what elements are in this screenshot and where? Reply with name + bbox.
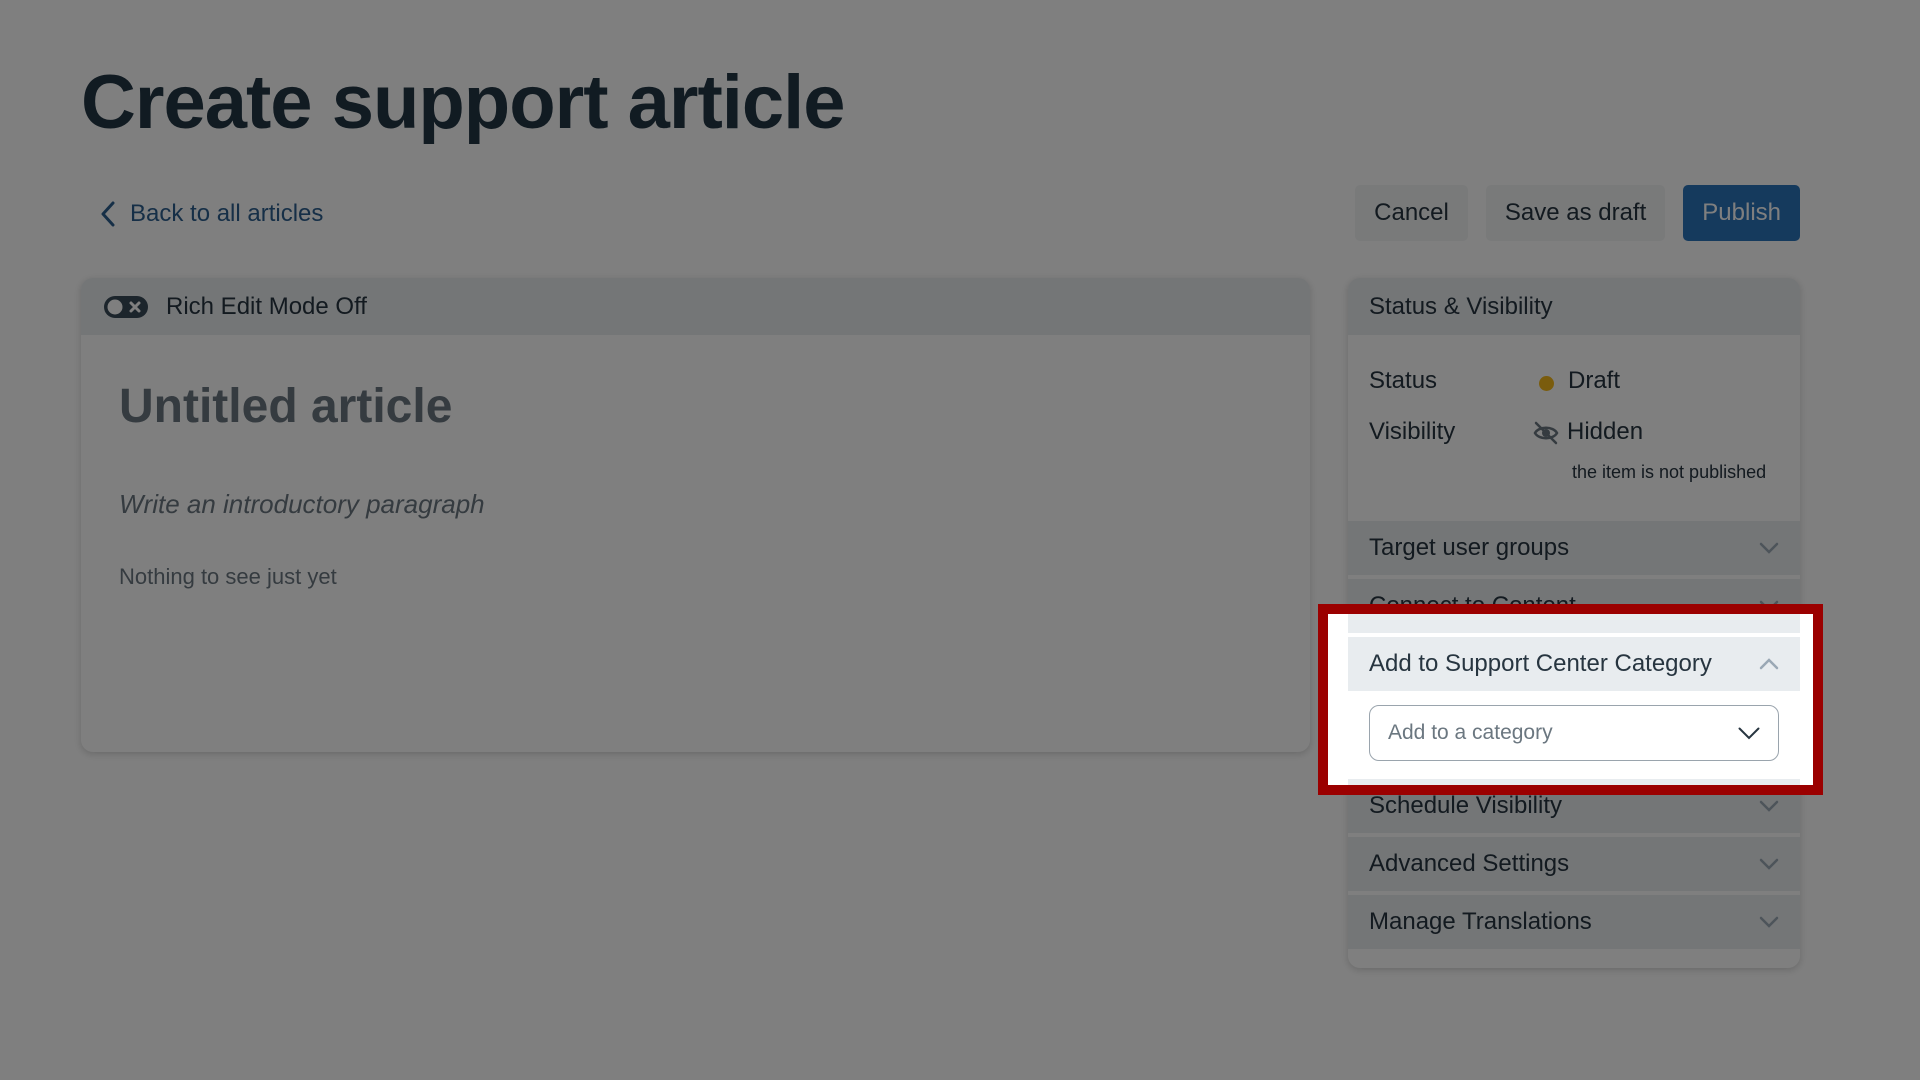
- section-label: Add to Support Center Category: [1369, 650, 1712, 677]
- category-select[interactable]: Add to a category: [1369, 705, 1779, 761]
- section-target-user-groups[interactable]: Target user groups: [1348, 521, 1800, 575]
- back-to-articles-link[interactable]: Back to all articles: [100, 196, 323, 232]
- chevron-down-icon: [1759, 800, 1779, 812]
- section-connect-to-content[interactable]: Connect to Content: [1348, 579, 1800, 633]
- status-visibility-panel: Status Draft Visibility Hidden the item …: [1348, 335, 1800, 521]
- chevron-down-icon: [1759, 916, 1779, 928]
- eye-slash-icon: [1533, 421, 1559, 445]
- visibility-label: Visibility: [1369, 418, 1456, 445]
- chevron-down-icon: [1759, 542, 1779, 554]
- chevron-down-icon: [1759, 858, 1779, 870]
- spotlight-padding-left: [1328, 614, 1348, 785]
- category-panel: Add to a category: [1348, 691, 1800, 779]
- chevron-down-icon: [1738, 727, 1760, 739]
- section-support-center-category[interactable]: Add to Support Center Category: [1348, 637, 1800, 691]
- section-label: Manage Translations: [1369, 908, 1592, 935]
- status-label: Status: [1369, 367, 1438, 394]
- section-label: Target user groups: [1369, 534, 1570, 561]
- settings-sidebar: Status & Visibility Status Draft Visibil…: [1348, 278, 1800, 968]
- article-intro-input[interactable]: Write an introductory paragraph: [119, 489, 1272, 520]
- save-draft-button[interactable]: Save as draft: [1485, 185, 1666, 241]
- visibility-row: Visibility Hidden: [1369, 418, 1643, 446]
- status-dot-icon: [1539, 376, 1554, 391]
- article-editor: Rich Edit Mode Off Untitled article Writ…: [81, 278, 1310, 752]
- toggle-off-icon[interactable]: [104, 295, 148, 318]
- visibility-note: the item is not published: [1572, 462, 1767, 482]
- status-visibility-heading: Status & Visibility: [1348, 278, 1800, 335]
- article-empty-text: Nothing to see just yet: [119, 564, 337, 589]
- section-label: Schedule Visibility: [1369, 792, 1562, 819]
- status-value: Draft: [1568, 367, 1621, 394]
- section-label: Advanced Settings: [1369, 850, 1570, 877]
- visibility-value: Hidden: [1567, 418, 1644, 445]
- editor-toolbar: Rich Edit Mode Off: [81, 278, 1310, 335]
- cancel-button[interactable]: Cancel: [1355, 185, 1468, 241]
- category-select-placeholder: Add to a category: [1388, 721, 1553, 744]
- rich-edit-mode-label: Rich Edit Mode Off: [166, 292, 367, 320]
- chevron-down-icon: [1759, 600, 1779, 612]
- page-title: Create support article: [81, 60, 846, 145]
- article-title-input[interactable]: Untitled article: [119, 379, 1272, 435]
- section-label: Connect to Content: [1369, 592, 1576, 619]
- publish-button[interactable]: Publish: [1683, 185, 1800, 241]
- section-manage-translations[interactable]: Manage Translations: [1348, 895, 1800, 949]
- action-bar: Cancel Save as draft Publish: [1355, 185, 1800, 241]
- section-schedule-visibility[interactable]: Schedule Visibility: [1348, 779, 1800, 833]
- chevron-up-icon: [1759, 658, 1779, 670]
- status-row: Status Draft: [1369, 367, 1620, 395]
- chevron-left-icon: [101, 201, 115, 227]
- section-advanced-settings[interactable]: Advanced Settings: [1348, 837, 1800, 891]
- spotlight-padding-right: [1800, 614, 1813, 785]
- back-link-label: Back to all articles: [130, 200, 324, 227]
